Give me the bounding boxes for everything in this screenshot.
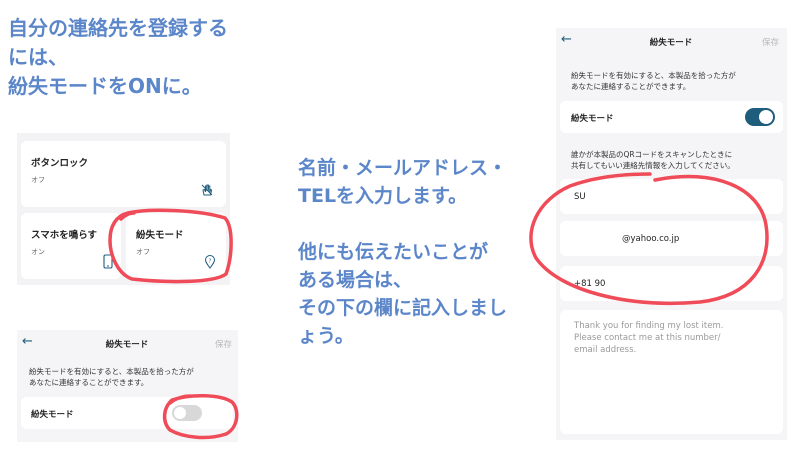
card-title: ボタンロック: [31, 158, 89, 169]
message-line: Thank you for finding my lost item.: [574, 321, 724, 331]
share-note-line: 誰かが本製品のQRコードをスキャンしたときに: [571, 150, 733, 159]
lost-mode-screen-off: ← 紛失モード 保存 紛失モードを有効にすると、本製品を拾った方が あなたに連絡…: [17, 330, 238, 442]
settings-screen: ボタンロック オフ スマホを鳴らす オン 紛失モード オフ ?: [17, 133, 230, 285]
lost-mode-toggle[interactable]: [172, 405, 202, 421]
lost-mode-toggle[interactable]: [745, 108, 775, 126]
message-line: email address.: [574, 345, 637, 355]
caption-line: ょう。: [298, 325, 354, 347]
svg-text:?: ?: [209, 259, 212, 265]
lost-mode-toggle-row: 紛失モード: [560, 101, 783, 133]
description-line: 紛失モードを有効にすると、本製品を拾った方が: [571, 71, 736, 80]
save-button[interactable]: 保存: [762, 36, 779, 48]
page-title: 紛失モード: [649, 38, 693, 48]
caption-enter-info: 名前・メールアドレス・ TELを入力します。 他にも伝えたいことが ある場合は、…: [298, 154, 507, 350]
toggle-knob: [174, 407, 186, 419]
hand-icon: [200, 183, 214, 201]
description-line: あなたに連絡することができます。: [571, 82, 691, 91]
location-pin-icon: ?: [204, 255, 216, 273]
name-value: SU: [574, 191, 586, 202]
email-field[interactable]: @yahoo.co.jp: [560, 221, 783, 256]
card-status: オン: [31, 248, 45, 256]
page-title: 紛失モード: [105, 340, 149, 350]
caption-line: その下の欄に記入しまし: [298, 297, 508, 319]
share-note: 誰かが本製品のQRコードをスキャンしたときに 共有してもいい連絡先情報を入力して…: [571, 149, 735, 171]
card-status: オフ: [136, 248, 150, 256]
back-arrow-icon[interactable]: ←: [561, 32, 572, 47]
toggle-label: 紛失モード: [571, 114, 614, 124]
card-button-lock[interactable]: ボタンロック オフ: [21, 141, 226, 207]
card-title: 紛失モード: [136, 230, 184, 241]
message-line: Please contact me at this number/: [574, 333, 721, 343]
card-lost-mode[interactable]: 紛失モード オフ ?: [126, 213, 226, 279]
description-line: 紛失モードを有効にすると、本製品を拾った方が: [29, 367, 194, 376]
caption-line: 紛失モードをONに。: [8, 74, 202, 98]
caption-line: ある場合は、: [298, 269, 413, 291]
caption-line: 他にも伝えたいことが: [298, 241, 489, 263]
card-title: スマホを鳴らす: [31, 230, 98, 241]
card-ring-phone[interactable]: スマホを鳴らす オン: [21, 213, 121, 279]
caption-line: 自分の連絡先を登録する: [8, 16, 228, 40]
share-note-line: 共有してもいい連絡先情報を入力してください。: [571, 161, 735, 170]
message-textarea[interactable]: Thank you for finding my lost item. Plea…: [560, 310, 783, 434]
caption-line: [298, 210, 507, 238]
caption-line: TELを入力します。: [298, 185, 468, 207]
lost-mode-description: 紛失モードを有効にすると、本製品を拾った方が あなたに連絡することができます。: [571, 70, 736, 92]
lost-mode-description: 紛失モードを有効にすると、本製品を拾った方が あなたに連絡することができます。: [29, 366, 194, 388]
save-button[interactable]: 保存: [215, 338, 232, 350]
back-arrow-icon[interactable]: ←: [22, 334, 33, 349]
lost-mode-screen-on: ← 紛失モード 保存 紛失モードを有効にすると、本製品を拾った方が あなたに連絡…: [556, 28, 787, 440]
description-line: あなたに連絡することができます。: [29, 378, 149, 387]
toggle-label: 紛失モード: [31, 410, 74, 420]
caption-line: 名前・メールアドレス・: [298, 157, 508, 179]
caption-line: には、: [8, 45, 68, 69]
email-value: @yahoo.co.jp: [622, 233, 680, 244]
toggle-knob: [759, 110, 773, 124]
phone-value: +81 90: [574, 278, 606, 289]
lost-mode-toggle-row: 紛失モード: [21, 397, 233, 429]
phone-field[interactable]: +81 90: [560, 266, 783, 301]
name-field[interactable]: SU: [560, 179, 783, 214]
phone-icon: [103, 254, 113, 273]
card-status: オフ: [31, 176, 45, 184]
caption-register-contact: 自分の連絡先を登録する には、 紛失モードをONに。: [8, 14, 228, 101]
